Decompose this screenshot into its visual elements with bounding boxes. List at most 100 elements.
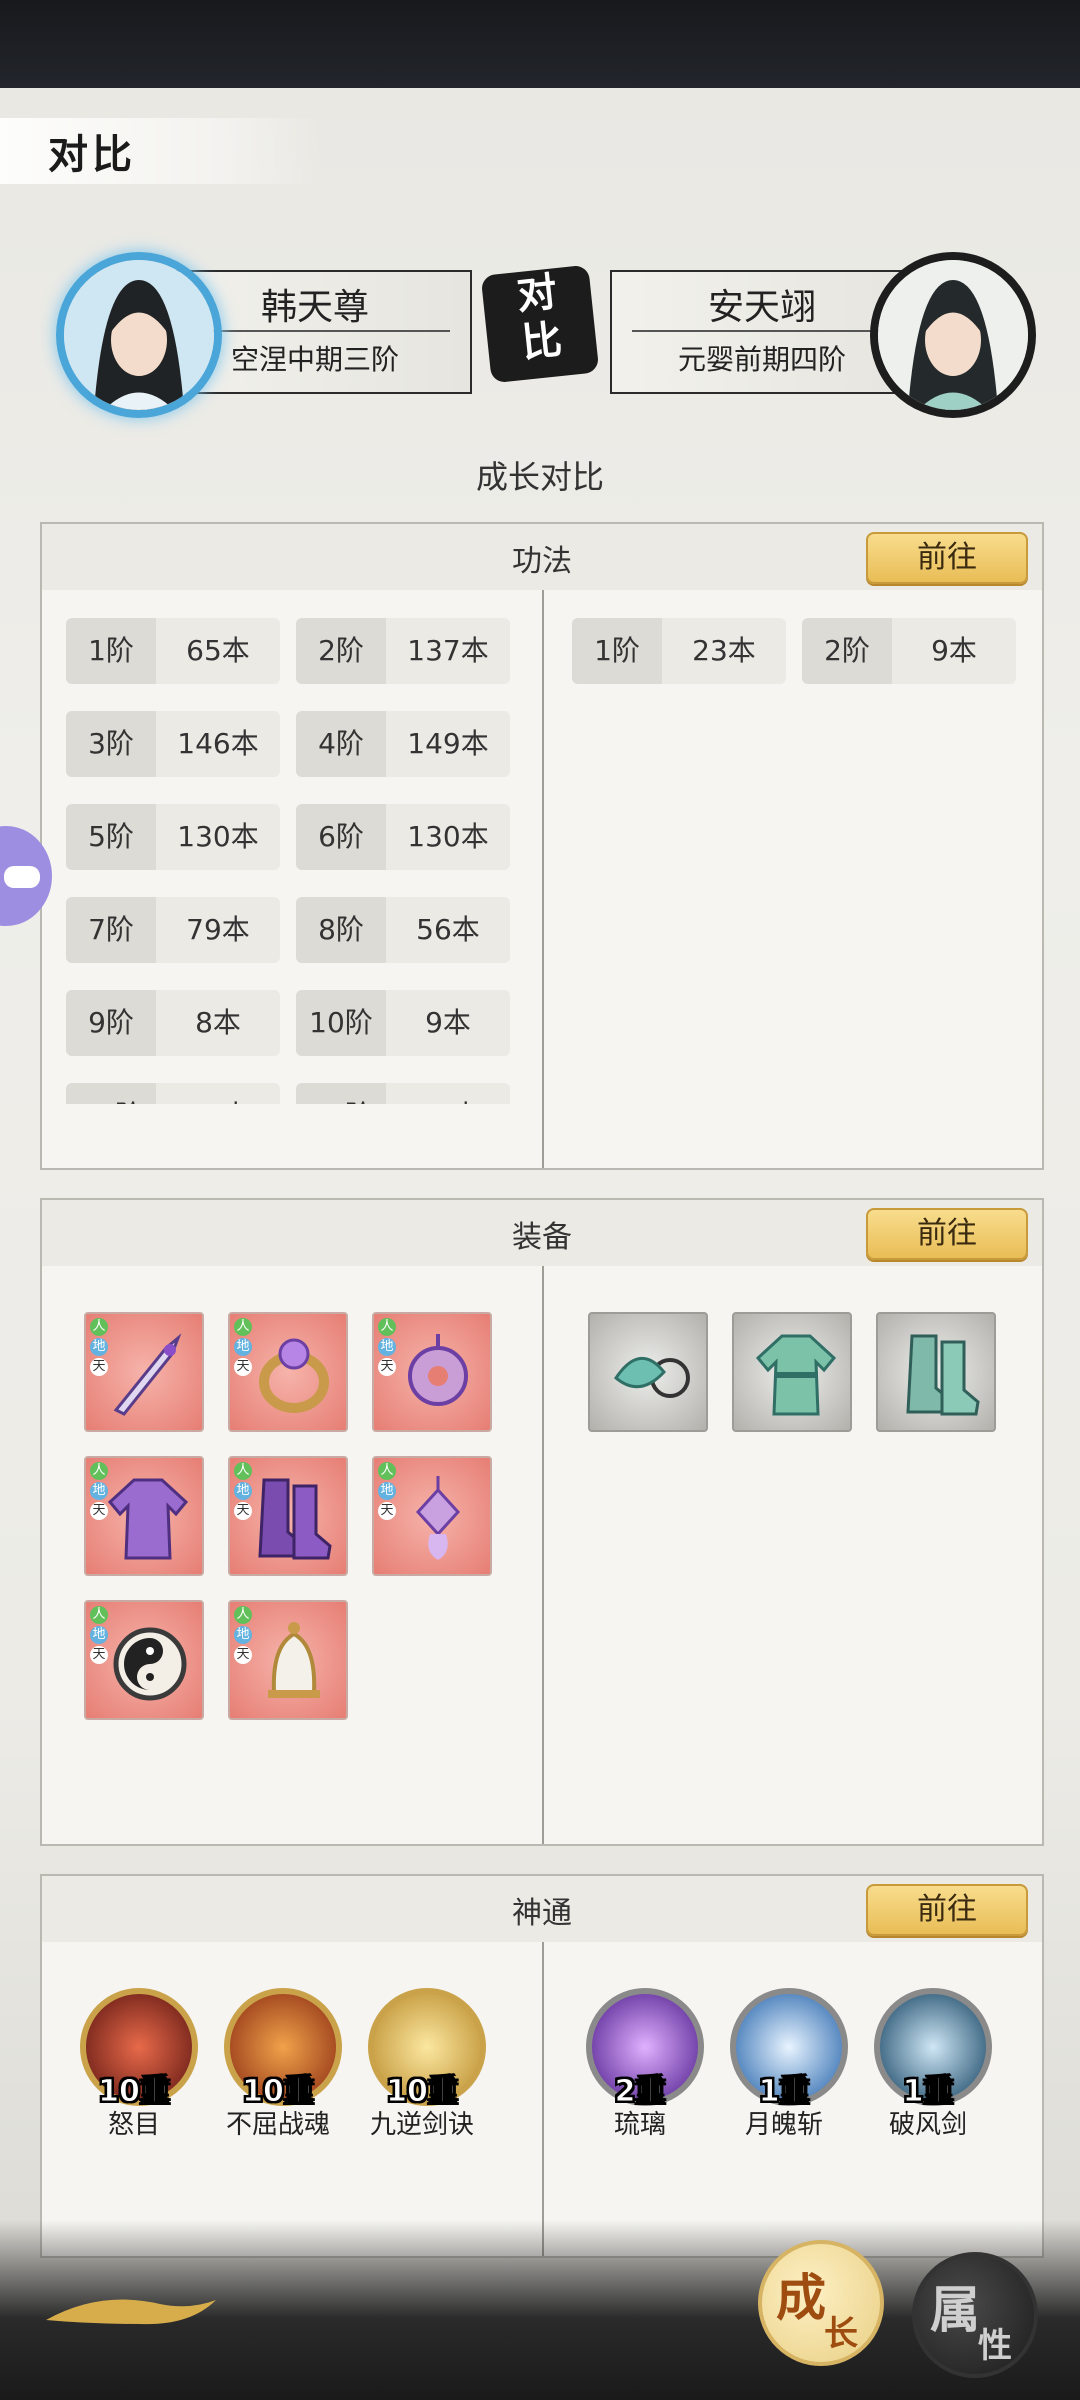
tier-label: 4阶 xyxy=(296,711,386,777)
tier-row: 1阶 23本 xyxy=(572,618,786,684)
skill-item[interactable]: 10重 怒目 xyxy=(76,1988,198,2148)
tier-count: 23本 xyxy=(692,634,756,667)
tier-row: 7阶 79本 xyxy=(66,897,280,963)
equipment-slot[interactable]: 人地天 xyxy=(84,1312,204,1432)
bell-icon xyxy=(268,1622,320,1698)
vs-char-2: 比 xyxy=(519,315,565,367)
tier-row: 4阶 149本 xyxy=(296,711,510,777)
page-title: 对比 xyxy=(48,131,136,178)
tier-label: 3阶 xyxy=(66,711,156,777)
tier-row: 11阶14本 xyxy=(66,1083,280,1104)
tier-label: 10阶 xyxy=(296,990,386,1056)
tier-label: 8阶 xyxy=(296,897,386,963)
growth-tab-button[interactable]: 成 长 xyxy=(758,2240,884,2366)
right-player-avatar[interactable] xyxy=(870,252,1036,418)
panel-header: 神通 前往 xyxy=(42,1876,1042,1942)
tier-row: 8阶 56本 xyxy=(296,897,510,963)
boots-icon xyxy=(258,1478,332,1560)
gongfa-goto-button[interactable]: 前往 xyxy=(866,532,1028,584)
dagger-icon xyxy=(113,1333,182,1416)
equipment-slot[interactable]: 人地天 xyxy=(84,1600,204,1720)
shentong-panel: 神通 前往 10重 怒目 10重 不屈战魂 10重 九逆剑诀 2重 琉璃 1重 … xyxy=(40,1874,1044,2258)
column-divider xyxy=(542,1266,544,1844)
skill-name: 琉璃 xyxy=(613,2110,666,2140)
tier-row: 1阶 65本 xyxy=(66,618,280,684)
gongfa-panel: 功法 前往 1阶 65本 2阶 137本 3阶 146本 4阶 149本 5阶 130本 … xyxy=(40,522,1044,1170)
vs-emblem: 对 比 xyxy=(480,264,600,384)
attr-char-2: 性 xyxy=(978,2326,1012,2366)
skill-item[interactable]: 1重 破风剑 xyxy=(870,1988,992,2148)
portrait-icon xyxy=(64,260,214,410)
tier-label: 1阶 xyxy=(66,618,156,684)
equipment-slot[interactable]: 人地天 xyxy=(228,1312,348,1432)
jade-pendant-icon xyxy=(614,1356,690,1398)
tier-label: 7阶 xyxy=(66,897,156,963)
tier-count: 8本 xyxy=(195,1006,241,1039)
skill-name: 破风剑 xyxy=(888,2110,967,2140)
panel-header: 功法 前往 xyxy=(42,524,1042,590)
skill-item[interactable]: 1重 月魄斩 xyxy=(726,1988,848,2148)
tier-row: 2阶 137本 xyxy=(296,618,510,684)
attribute-tab-button[interactable]: 属 性 xyxy=(912,2252,1038,2378)
equipment-slot[interactable]: 人地天 xyxy=(228,1600,348,1720)
grow-char-2: 长 xyxy=(824,2314,858,2354)
green-boots-icon xyxy=(906,1334,980,1416)
tier-count: 146本 xyxy=(177,727,259,760)
tier-count: 149本 xyxy=(407,727,489,760)
gamepad-float-button[interactable] xyxy=(0,826,52,926)
tier-row: 9阶 8本 xyxy=(66,990,280,1056)
right-player-name: 安天翊 xyxy=(707,287,816,328)
right-player-realm: 元婴前期四阶 xyxy=(677,343,846,376)
tier-row: 10阶 9本 xyxy=(296,990,510,1056)
tier-label: 2阶 xyxy=(296,618,386,684)
tier-count: 65本 xyxy=(186,634,250,667)
tier-label: 6阶 xyxy=(296,804,386,870)
right-player-card: 安天翊 元婴前期四阶 xyxy=(610,270,912,394)
tier-label: 11阶 xyxy=(66,1083,156,1104)
tier-count: 130本 xyxy=(407,820,489,853)
equipment-slot[interactable]: 人地天 xyxy=(372,1456,492,1576)
skill-item[interactable]: 10重 九逆剑诀 xyxy=(364,1988,486,2148)
tassel-charm-icon xyxy=(415,1476,461,1560)
gamepad-icon xyxy=(4,866,40,888)
tier-row: 6阶 130本 xyxy=(296,804,510,870)
tier-row: 3阶 146本 xyxy=(66,711,280,777)
equipment-slot[interactable]: 人地天 xyxy=(84,1456,204,1576)
tier-count: 79本 xyxy=(186,913,250,946)
left-player-avatar[interactable] xyxy=(56,252,222,418)
tier-count: 14本 xyxy=(156,1083,280,1104)
tier-label: 12阶 xyxy=(296,1083,386,1104)
skill-name: 不屈战魂 xyxy=(225,2110,330,2140)
tier-count: 9本 xyxy=(931,634,977,667)
grow-char-1: 成 xyxy=(776,2268,826,2327)
panel-header: 装备 前往 xyxy=(42,1200,1042,1266)
column-divider xyxy=(542,590,544,1168)
divider-line xyxy=(632,330,892,332)
equipment-slot[interactable] xyxy=(588,1312,708,1432)
equipment-slot[interactable]: 人地天 xyxy=(228,1456,348,1576)
skill-name: 月魄斩 xyxy=(744,2110,823,2140)
gongfa-left-list[interactable]: 1阶 65本 2阶 137本 3阶 146本 4阶 149本 5阶 130本 6阶 130本… xyxy=(62,614,542,1104)
equipment-slot[interactable]: 人地天 xyxy=(372,1312,492,1432)
skill-item[interactable]: 10重 不屈战魂 xyxy=(220,1988,342,2148)
equipment-slot[interactable] xyxy=(732,1312,852,1432)
attr-char-1: 属 xyxy=(930,2280,980,2339)
growth-compare-title: 成长对比 xyxy=(475,458,604,496)
column-divider xyxy=(542,1942,544,2256)
ring-icon xyxy=(259,1338,329,1413)
equipment-goto-button[interactable]: 前往 xyxy=(866,1208,1028,1260)
tier-count: 130本 xyxy=(177,820,259,853)
equipment-panel: 装备 前往 人地天 人地天 人地天 人地天 人地天 人地天 人地天 人地天 xyxy=(40,1198,1044,1846)
tier-label: 2阶 xyxy=(802,618,892,684)
skill-item[interactable]: 2重 琉璃 xyxy=(582,1988,704,2148)
taiji-compass-icon xyxy=(113,1627,187,1701)
shentong-goto-button[interactable]: 前往 xyxy=(866,1884,1028,1936)
tier-row: 12阶26本 xyxy=(296,1083,510,1104)
tier-count: 137本 xyxy=(407,634,489,667)
portrait-icon xyxy=(878,260,1028,410)
tier-row: 2阶 9本 xyxy=(802,618,1016,684)
tier-label: 5阶 xyxy=(66,804,156,870)
skill-name: 怒目 xyxy=(107,2110,160,2140)
equipment-slot[interactable] xyxy=(876,1312,996,1432)
skill-name: 九逆剑诀 xyxy=(369,2110,474,2140)
